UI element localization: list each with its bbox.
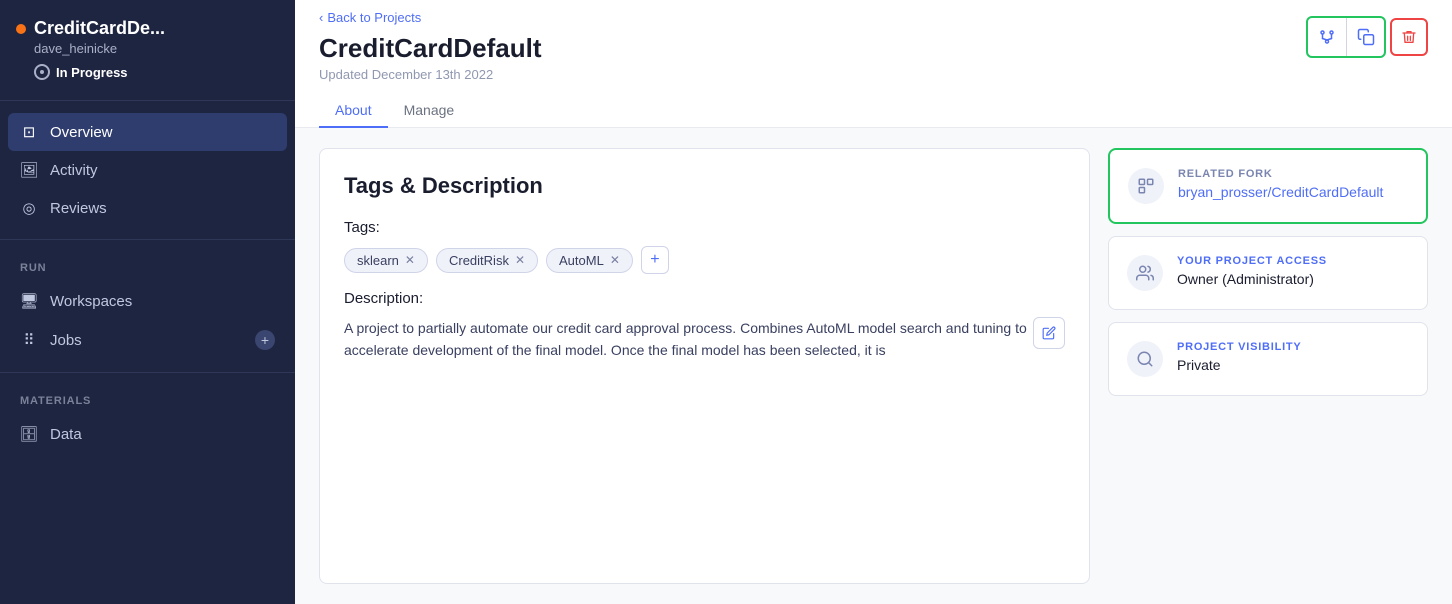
status-dot [16, 24, 26, 34]
sidebar-item-data[interactable]: 🗄 Data [8, 415, 287, 453]
sidebar-item-workspaces[interactable]: 🖥 Workspaces [8, 282, 287, 320]
tag-creditrisk-remove[interactable]: ✕ [515, 253, 525, 267]
copy-button[interactable] [1346, 18, 1384, 56]
back-link[interactable]: ‹ Back to Projects [319, 10, 541, 25]
tag-add-button[interactable]: + [641, 246, 669, 274]
panel-title: Tags & Description [344, 173, 1065, 199]
edit-icon [1042, 326, 1056, 340]
tags-row: sklearn ✕ CreditRisk ✕ AutoML ✕ + [344, 246, 1065, 274]
page-title-row: ‹ Back to Projects CreditCardDefault Upd… [319, 10, 1428, 82]
toolbar-group [1306, 16, 1386, 58]
copy-icon [1357, 28, 1375, 46]
tag-sklearn-remove[interactable]: ✕ [405, 253, 415, 267]
right-panel: RELATED FORK bryan_prosser/CreditCardDef… [1108, 148, 1428, 584]
toolbar-buttons [1306, 16, 1428, 58]
visibility-value: Private [1177, 357, 1302, 373]
main-content: ‹ Back to Projects CreditCardDefault Upd… [295, 0, 1452, 604]
status-icon [34, 64, 50, 80]
activity-icon: 🖼 [20, 161, 38, 179]
run-nav: 🖥 Workspaces ⠿ Jobs + [0, 278, 295, 364]
jobs-row: Jobs + [50, 330, 275, 350]
sidebar-jobs-label: Jobs [50, 332, 82, 349]
sidebar-item-jobs[interactable]: ⠿ Jobs + [8, 320, 287, 360]
tag-automl-label: AutoML [559, 253, 604, 268]
delete-button[interactable] [1390, 18, 1428, 56]
sidebar-item-overview[interactable]: ⊡ Overview [8, 113, 287, 151]
tab-about[interactable]: About [319, 94, 388, 128]
tag-automl: AutoML ✕ [546, 248, 633, 273]
access-label: YOUR PROJECT ACCESS [1177, 255, 1327, 267]
page-title: CreditCardDefault [319, 33, 541, 64]
sidebar-status-label: In Progress [56, 65, 128, 80]
sidebar-project-name: CreditCardDe... [34, 18, 165, 39]
fork-button[interactable] [1308, 18, 1346, 56]
workspaces-icon: 🖥 [20, 292, 38, 310]
sidebar-status: In Progress [34, 64, 279, 80]
description-content: A project to partially automate our cred… [344, 320, 1027, 358]
description-text: A project to partially automate our cred… [344, 317, 1065, 362]
sidebar-item-activity[interactable]: 🖼 Activity [8, 151, 287, 189]
sidebar-nav: ⊡ Overview 🖼 Activity ◎ Reviews [0, 109, 295, 231]
tabs-row: About Manage [319, 94, 1428, 127]
access-icon [1136, 264, 1154, 282]
access-value: Owner (Administrator) [1177, 271, 1327, 287]
visibility-content: PROJECT VISIBILITY Private [1177, 341, 1302, 373]
tag-automl-remove[interactable]: ✕ [610, 253, 620, 267]
sidebar-divider-2 [0, 239, 295, 240]
main-panel: Tags & Description Tags: sklearn ✕ Credi… [319, 148, 1090, 584]
sidebar-activity-label: Activity [50, 162, 98, 179]
related-fork-content: RELATED FORK bryan_prosser/CreditCardDef… [1178, 168, 1383, 200]
back-link-label: Back to Projects [327, 10, 421, 25]
sidebar-divider [0, 100, 295, 101]
description-label: Description: [344, 290, 1065, 307]
sidebar-item-reviews[interactable]: ◎ Reviews [8, 189, 287, 227]
sidebar-reviews-label: Reviews [50, 200, 107, 217]
fork-card-svg-icon [1137, 177, 1155, 195]
tab-manage[interactable]: Manage [388, 94, 471, 128]
sidebar-header: CreditCardDe... dave_heinicke In Progres… [0, 0, 295, 92]
visibility-card-icon [1127, 341, 1163, 377]
tag-creditrisk-label: CreditRisk [449, 253, 509, 268]
delete-icon [1401, 29, 1417, 45]
back-chevron-icon: ‹ [319, 10, 323, 25]
overview-icon: ⊡ [20, 123, 38, 141]
sidebar-workspaces-label: Workspaces [50, 293, 132, 310]
tag-creditrisk: CreditRisk ✕ [436, 248, 538, 273]
sidebar-user: dave_heinicke [34, 41, 279, 56]
tag-sklearn: sklearn ✕ [344, 248, 428, 273]
related-fork-card: RELATED FORK bryan_prosser/CreditCardDef… [1108, 148, 1428, 224]
tab-manage-label: Manage [404, 102, 455, 118]
reviews-icon: ◎ [20, 199, 38, 217]
access-card-icon [1127, 255, 1163, 291]
data-icon: 🗄 [20, 425, 38, 443]
topbar: ‹ Back to Projects CreditCardDefault Upd… [295, 0, 1452, 128]
tags-label: Tags: [344, 219, 1065, 236]
tab-about-label: About [335, 102, 372, 118]
description-edit-button[interactable] [1033, 317, 1065, 349]
page-updated: Updated December 13th 2022 [319, 67, 541, 82]
related-fork-label: RELATED FORK [1178, 168, 1383, 180]
materials-section-label: MATERIALS [0, 381, 295, 411]
sidebar-data-label: Data [50, 426, 82, 443]
jobs-icon: ⠿ [20, 331, 38, 349]
title-section: ‹ Back to Projects CreditCardDefault Upd… [319, 10, 541, 82]
run-section-label: RUN [0, 248, 295, 278]
tag-sklearn-label: sklearn [357, 253, 399, 268]
sidebar-overview-label: Overview [50, 124, 113, 141]
project-visibility-card: PROJECT VISIBILITY Private [1108, 322, 1428, 396]
materials-nav: 🗄 Data [0, 411, 295, 457]
content-area: Tags & Description Tags: sklearn ✕ Credi… [295, 128, 1452, 604]
related-fork-value[interactable]: bryan_prosser/CreditCardDefault [1178, 184, 1383, 200]
fork-card-icon [1128, 168, 1164, 204]
visibility-icon [1136, 350, 1154, 368]
visibility-label: PROJECT VISIBILITY [1177, 341, 1302, 353]
sidebar: CreditCardDe... dave_heinicke In Progres… [0, 0, 295, 604]
jobs-add-button[interactable]: + [255, 330, 275, 350]
project-access-card: YOUR PROJECT ACCESS Owner (Administrator… [1108, 236, 1428, 310]
fork-icon [1318, 28, 1336, 46]
access-content: YOUR PROJECT ACCESS Owner (Administrator… [1177, 255, 1327, 287]
sidebar-divider-3 [0, 372, 295, 373]
